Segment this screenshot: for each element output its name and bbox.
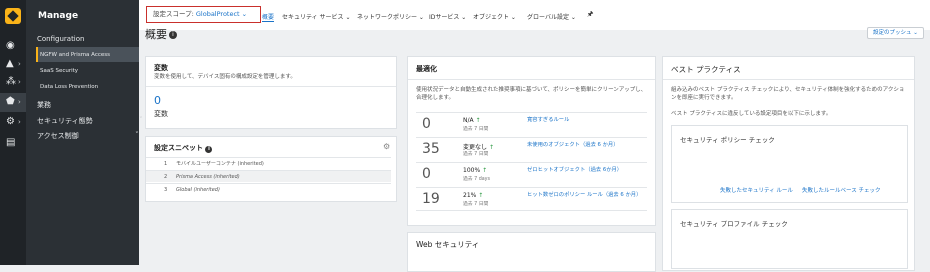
- variables-card: 変数 変数を使用して、デバイス固有の構成設定を管理します。 0 変数: [145, 56, 397, 129]
- variables-count-label: 変数: [154, 110, 168, 118]
- dashboard-icon[interactable]: ◉: [6, 40, 20, 52]
- best-practices-note: ベスト プラクティスに違反している設定項目を以下に示します。: [671, 111, 832, 117]
- config-snippets-card: 設定スニペット i ⚙ 1 モバイルユーザーコンテナ (inherited) 2P…: [145, 136, 397, 202]
- security-profile-check-card: セキュリティ プロファイル チェック: [671, 209, 908, 269]
- web-security-title: Web セキュリティ: [416, 240, 480, 249]
- divider: [146, 86, 396, 87]
- top-nav-bar: 設定スコープ: GlobalProtect ⌄ 概要 セキュリティ サービス ⌄…: [139, 0, 930, 30]
- config-scope-selector[interactable]: 設定スコープ: GlobalProtect ⌄: [146, 6, 261, 23]
- chevron-down-icon: ⌄: [241, 10, 248, 18]
- arrow-up-icon: ↑: [482, 167, 488, 174]
- metric-period: 過去 7 日間: [463, 152, 489, 157]
- metric-change: N/A ↑: [463, 117, 481, 124]
- activity-icon[interactable]: ▲ ›: [6, 58, 21, 70]
- variables-count[interactable]: 0: [154, 94, 161, 107]
- divider: [408, 79, 655, 80]
- manage-sidebar: Manage Configuration ˄ NGFW and Prisma Ac…: [26, 0, 172, 265]
- metric-period: 過去 7 日間: [463, 127, 489, 132]
- metric-period: 過去 7 日間: [463, 202, 489, 207]
- variables-title: 変数: [154, 64, 168, 72]
- best-practices-description: 組み込みのベスト プラクティス チェックにより、セキュリティ体制を強化するための…: [671, 87, 905, 101]
- metric-value: 35: [422, 141, 440, 157]
- optimization-title: 最適化: [416, 65, 437, 73]
- optimization-link[interactable]: ヒット数ゼロのポリシー ルール（過去 6 か月）: [527, 192, 642, 199]
- failed-rulebase-checks-link[interactable]: 失敗したルールベース チェック: [802, 186, 880, 194]
- icon-rail: ◉ ▲ › ⁂ › ⬟ › ⚙ › ▤: [0, 0, 26, 265]
- optimization-card: 最適化 使用状況データと自動生成された推奨事項に基づいて、ポリシーを簡単にクリー…: [407, 56, 656, 226]
- best-practices-title: ベスト プラクティス: [671, 65, 741, 74]
- metric-change: 100% ↑: [463, 167, 488, 174]
- chevron-down-icon: ˅: [139, 116, 143, 124]
- sidebar-section-configuration[interactable]: Configuration ˄: [37, 35, 172, 43]
- best-practices-card: ベスト プラクティス 組み込みのベスト プラクティス チェックにより、セキュリテ…: [662, 56, 915, 271]
- optimization-link[interactable]: 寛容すぎるルール: [527, 117, 642, 124]
- info-icon[interactable]: i: [205, 146, 213, 153]
- optimization-row: 0 100% ↑ 過去 7 days ゼロヒットオブジェクト（過去 6か月）: [416, 162, 647, 186]
- arrow-up-icon: ↑: [478, 192, 484, 199]
- security-policy-check-card: セキュリティ ポリシー チェック 失敗したセキュリティ ルール 失敗したルールベ…: [671, 125, 908, 203]
- sidebar-section-access-control[interactable]: アクセス制御 ˅: [37, 131, 139, 141]
- push-config-button[interactable]: 設定のプッシュ ⌄: [867, 27, 924, 39]
- web-security-card: Web セキュリティ: [407, 232, 656, 272]
- gear-icon[interactable]: ⚙: [383, 142, 390, 151]
- shield-icon[interactable]: ⬟ ›: [6, 96, 21, 108]
- list-item[interactable]: 1 モバイルユーザーコンテナ (inherited): [146, 157, 391, 169]
- optimization-link[interactable]: 未使用のオブジェクト（過去 6 か月）: [527, 142, 642, 149]
- divider: [663, 79, 914, 80]
- document-icon[interactable]: ▤: [6, 137, 20, 149]
- chevron-down-icon: ˅: [135, 131, 139, 139]
- sidebar-item-saas[interactable]: SaaS Security: [40, 68, 78, 74]
- tab-identity-services[interactable]: IDサービス ⌄: [429, 12, 466, 21]
- optimization-row: 0 N/A ↑ 過去 7 日間 寛容すぎるルール: [416, 112, 647, 136]
- info-icon[interactable]: i: [169, 31, 177, 39]
- network-icon[interactable]: ⁂ ›: [6, 76, 21, 88]
- metric-change: 21% ↑: [463, 192, 484, 199]
- list-item[interactable]: 3 Global (inherited): [146, 183, 391, 195]
- tab-network-policy[interactable]: ネットワークポリシー ⌄: [357, 12, 424, 21]
- tab-security-services[interactable]: セキュリティ サービス ⌄: [282, 12, 351, 21]
- variables-description: 変数を使用して、デバイス固有の構成設定を管理します。: [154, 74, 296, 80]
- sidebar-section-operations[interactable]: 業務˅: [37, 100, 151, 110]
- security-profile-check-title: セキュリティ プロファイル チェック: [680, 220, 788, 228]
- metric-value: 19: [422, 191, 440, 207]
- tab-objects[interactable]: オブジェクト ⌄: [473, 12, 516, 21]
- arrow-up-icon: ↑: [475, 117, 481, 124]
- page-title: 概要 i: [145, 26, 177, 42]
- pin-icon[interactable]: 🖈: [587, 10, 593, 21]
- optimization-description: 使用状況データと自動生成された推奨事項に基づいて、ポリシーを簡単にクリーンアップ…: [416, 87, 647, 101]
- optimization-row: 35 変更なし ↑ 過去 7 日間 未使用のオブジェクト（過去 6 か月）: [416, 137, 647, 161]
- metric-value: 0: [422, 166, 431, 182]
- security-policy-check-title: セキュリティ ポリシー チェック: [680, 136, 775, 144]
- snippets-title: 設定スニペット i: [154, 143, 213, 153]
- failed-security-rules-link[interactable]: 失敗したセキュリティ ルール: [720, 186, 793, 194]
- tab-overview[interactable]: 概要: [262, 12, 275, 22]
- logo-icon[interactable]: [5, 8, 21, 24]
- tab-global-settings[interactable]: グローバル設定 ⌄: [527, 12, 576, 21]
- metric-period: 過去 7 days: [463, 177, 491, 182]
- sidebar-section-security-posture[interactable]: セキュリティ態勢 ˅: [37, 116, 143, 126]
- metric-value: 0: [422, 116, 431, 132]
- sidebar-item-dlp[interactable]: Data Loss Prevention: [40, 84, 98, 90]
- optimization-row: 19 21% ↑ 過去 7 日間 ヒット数ゼロのポリシー ルール（過去 6 か月…: [416, 187, 647, 211]
- gear-icon[interactable]: ⚙ ›: [6, 116, 21, 128]
- optimization-link[interactable]: ゼロヒットオブジェクト（過去 6か月）: [527, 167, 642, 174]
- sidebar-item-ngfw[interactable]: NGFW and Prisma Access: [40, 52, 110, 58]
- sidebar-title: Manage: [38, 11, 79, 21]
- arrow-up-icon: ↑: [488, 144, 494, 151]
- list-item[interactable]: 2 Prisma Access (inherited): [146, 170, 391, 182]
